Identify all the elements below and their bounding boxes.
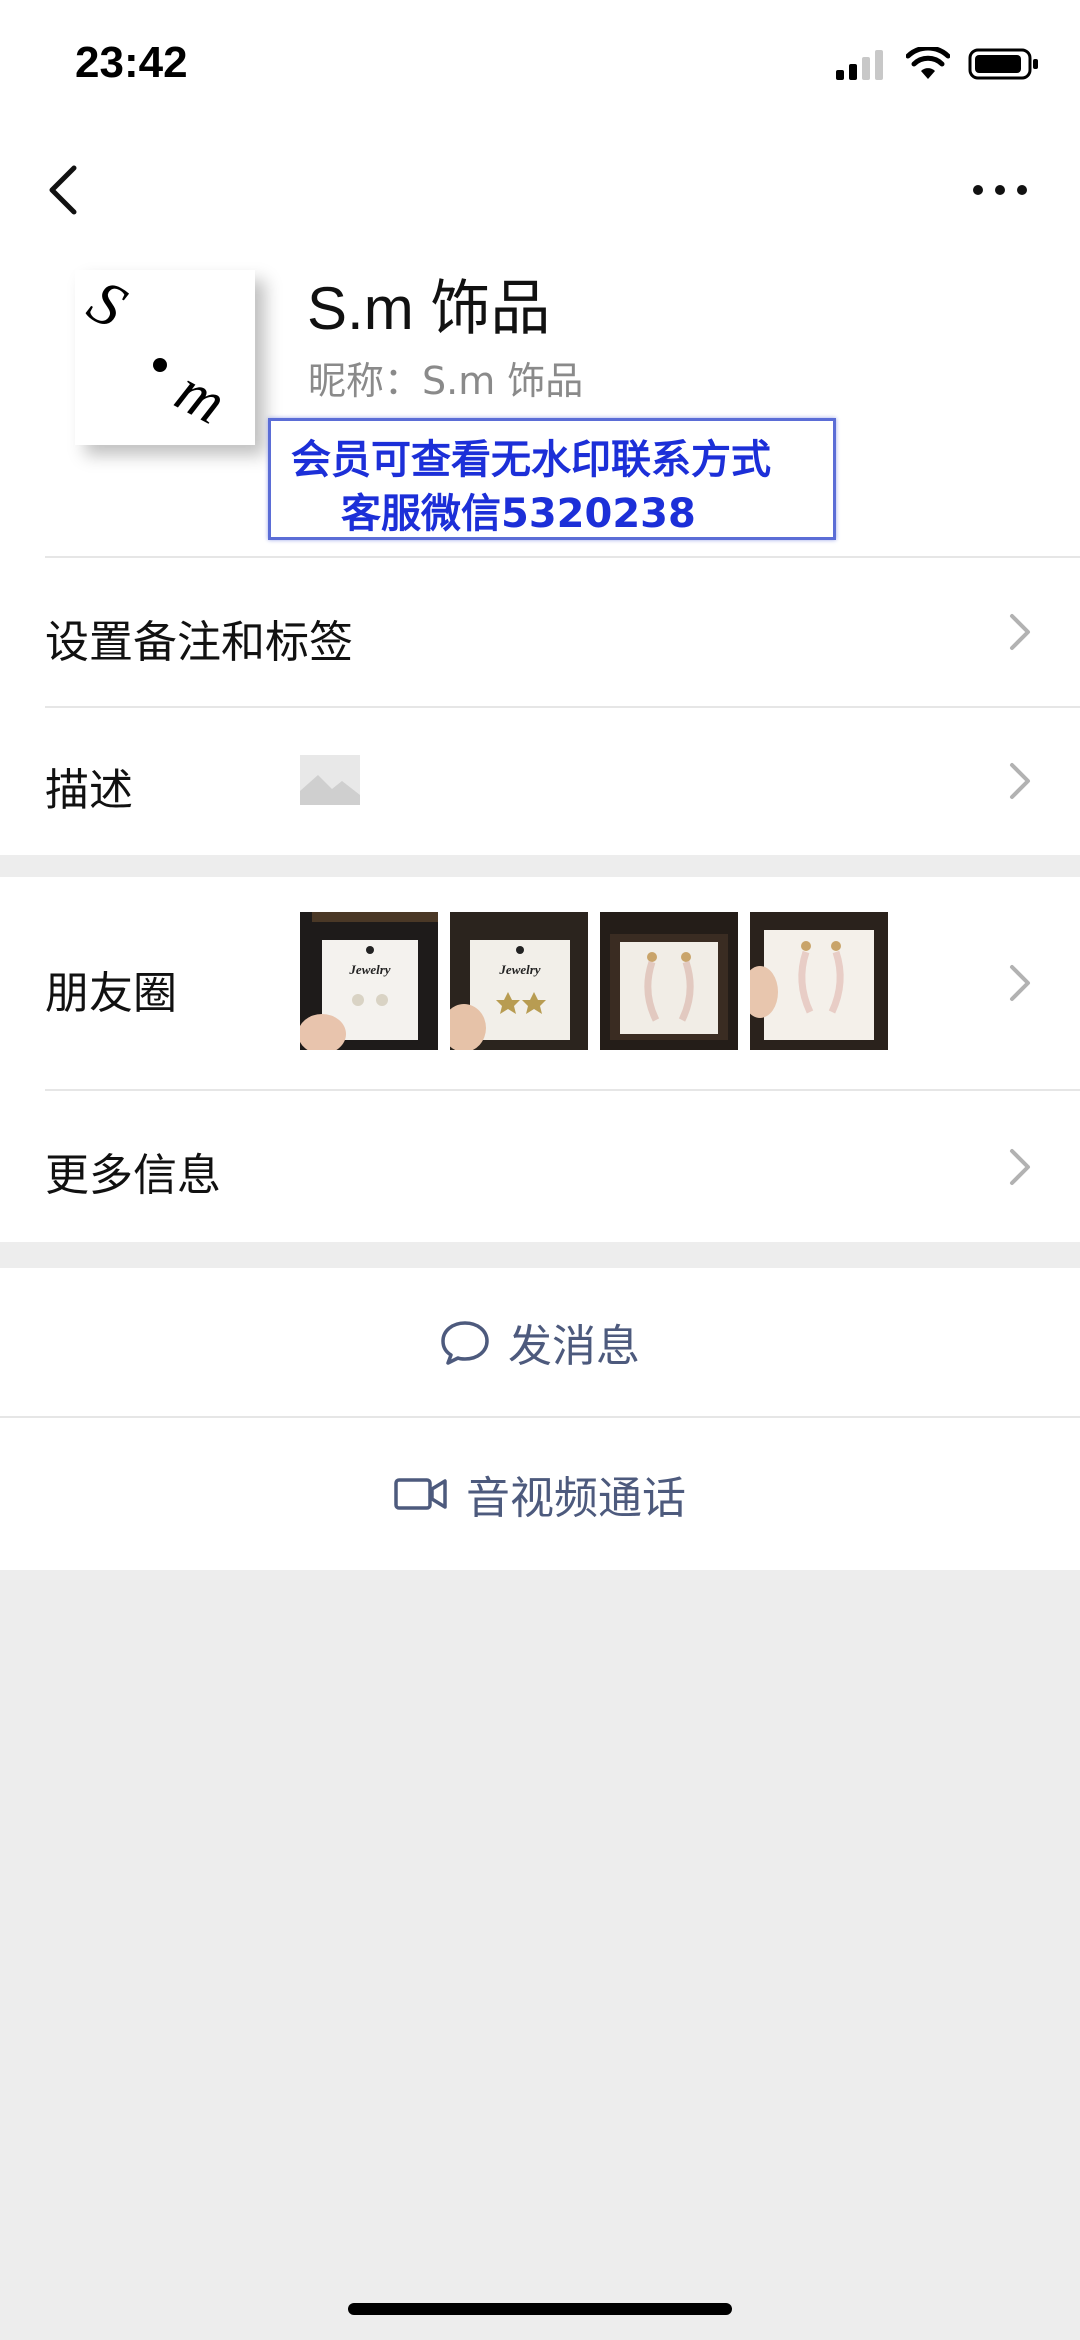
avatar[interactable]: S m [75, 270, 255, 445]
send-message-label: 发消息 [508, 1321, 640, 1372]
wifi-icon [906, 47, 950, 79]
svg-text:S: S [77, 270, 136, 342]
chevron-right-icon [1010, 965, 1030, 1001]
more-info-label: 更多信息 [45, 1150, 221, 1201]
profile-nickname: 昵称：S.m 饰品 [308, 359, 584, 403]
watermark-line1: 会员可查看无水印联系方式 [291, 437, 771, 483]
status-bar: 23:42 [0, 0, 1080, 130]
moments-label: 朋友圈 [45, 968, 177, 1019]
battery-icon [968, 48, 1038, 80]
svg-text:m: m [165, 356, 236, 437]
more-icon[interactable] [970, 170, 1030, 210]
thumb-brand-text: Jewelry [498, 962, 540, 977]
moments-thumbnail [600, 912, 738, 1050]
avatar-logo: S m [77, 270, 236, 438]
video-camera-icon [394, 1478, 447, 1510]
signal-icon [836, 50, 883, 80]
status-icons [836, 44, 1040, 84]
moments-thumbnail: Jewelry [300, 912, 438, 1050]
watermark-overlay: 会员可查看无水印联系方式 客服微信5320238 [268, 418, 836, 540]
watermark-line2: 客服微信5320238 [341, 491, 696, 537]
remark-row[interactable]: 设置备注和标签 [0, 558, 1080, 706]
moments-thumbnail [750, 912, 888, 1050]
chevron-right-icon [1010, 763, 1030, 799]
thumb-brand-text: Jewelry [348, 962, 390, 977]
home-indicator[interactable] [348, 2303, 732, 2315]
more-info-row[interactable]: 更多信息 [0, 1091, 1080, 1242]
chevron-right-icon [1010, 1149, 1030, 1185]
description-row[interactable]: 描述 [0, 708, 1080, 854]
video-call-button[interactable]: 音视频通话 [0, 1418, 1080, 1570]
status-time: 23:42 [75, 38, 188, 87]
send-message-button[interactable]: 发消息 [0, 1268, 1080, 1416]
image-placeholder-icon [300, 755, 360, 805]
profile-name: S.m 饰品 [307, 275, 551, 342]
chevron-right-icon [1010, 614, 1030, 650]
video-call-label: 音视频通话 [466, 1473, 686, 1524]
description-label: 描述 [45, 765, 133, 816]
remark-label: 设置备注和标签 [45, 617, 353, 668]
moments-thumbnail: Jewelry [450, 912, 588, 1050]
back-icon[interactable] [40, 160, 90, 220]
chat-bubble-icon [441, 1321, 489, 1365]
